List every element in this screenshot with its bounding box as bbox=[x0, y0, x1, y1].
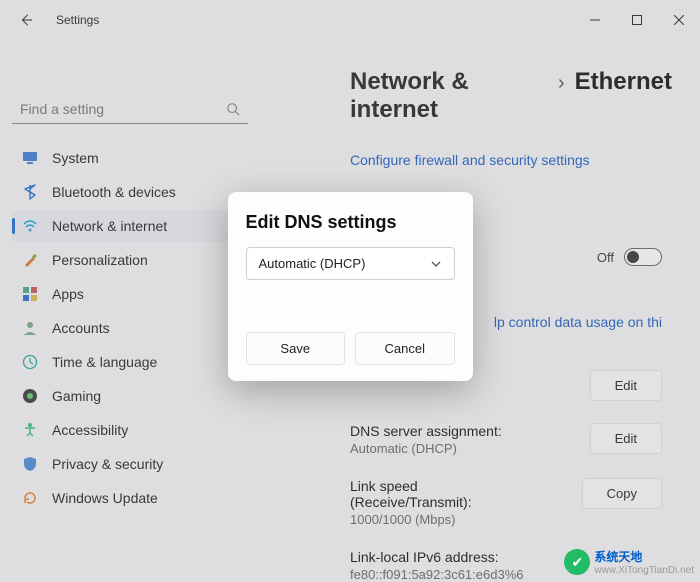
watermark: ✔ 系统天地 www.XiTongTianDi.net bbox=[564, 548, 694, 576]
settings-window: Settings System Bluetooth & devices Netw… bbox=[0, 0, 700, 582]
dns-mode-select[interactable]: Automatic (DHCP) bbox=[246, 247, 455, 280]
dialog-title: Edit DNS settings bbox=[246, 212, 455, 233]
select-value: Automatic (DHCP) bbox=[259, 256, 366, 271]
watermark-cn: 系统天地 bbox=[594, 548, 694, 565]
modal-overlay[interactable]: Edit DNS settings Automatic (DHCP) Save … bbox=[0, 0, 700, 582]
watermark-badge-icon: ✔ bbox=[564, 549, 590, 575]
cancel-button[interactable]: Cancel bbox=[355, 332, 455, 365]
save-button[interactable]: Save bbox=[246, 332, 346, 365]
watermark-text: 系统天地 www.XiTongTianDi.net bbox=[594, 548, 694, 576]
chevron-down-icon bbox=[430, 258, 442, 270]
dialog-buttons: Save Cancel bbox=[246, 332, 455, 365]
watermark-url: www.XiTongTianDi.net bbox=[594, 565, 694, 576]
edit-dns-dialog: Edit DNS settings Automatic (DHCP) Save … bbox=[228, 192, 473, 381]
